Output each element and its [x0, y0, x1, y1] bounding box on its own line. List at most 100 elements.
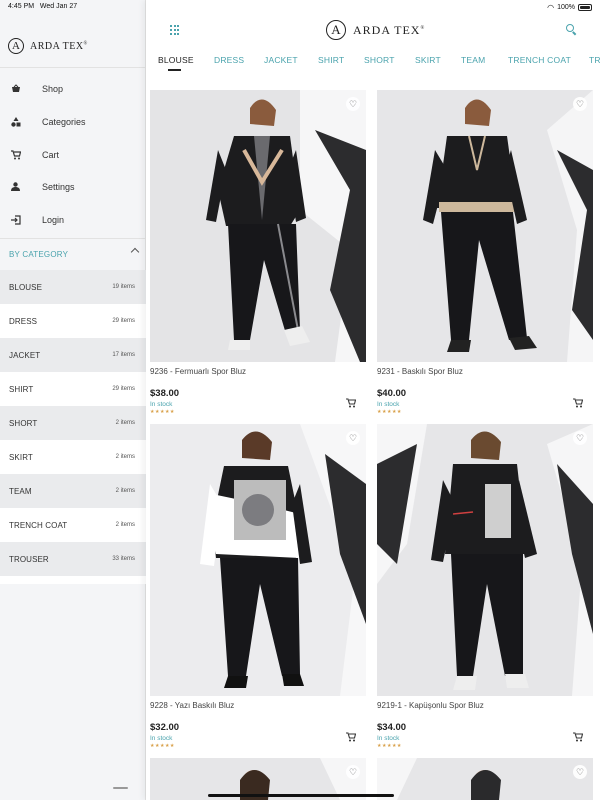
sidebar-item-shop[interactable]: Shop	[0, 72, 146, 105]
tab-blouse[interactable]: BLOUSE	[158, 55, 194, 65]
registered-mark: ®	[420, 25, 426, 31]
category-name: SHORT	[9, 418, 38, 428]
status-bar: 4:45 PM Wed Jan 27 ◠ 100%	[0, 0, 600, 14]
stock-status: In stock	[377, 735, 400, 742]
product-image[interactable]: ♡	[377, 758, 593, 800]
logo-text: ARDA TEX	[353, 22, 421, 37]
tab-dress[interactable]: DRESS	[214, 55, 244, 65]
category-header-label: BY CATEGORY	[9, 249, 69, 259]
category-item-skirt[interactable]: SKIRT 2 items	[0, 440, 146, 474]
category-name: TRENCH COAT	[9, 520, 68, 530]
tab-trench-coat[interactable]: TRENCH COAT	[508, 55, 571, 65]
rating-stars: ★★★★★	[377, 743, 402, 749]
sidebar-logo[interactable]: A ARDA TEX®	[8, 38, 88, 54]
category-item-blouse[interactable]: BLOUSE 19 items	[0, 270, 146, 304]
category-name: DRESS	[9, 316, 38, 326]
tab-skirt[interactable]: SKIRT	[415, 55, 441, 65]
add-to-cart-icon[interactable]	[346, 732, 357, 742]
tab-team[interactable]: TEAM	[461, 55, 485, 65]
sidebar-item-login[interactable]: Login	[0, 203, 146, 236]
divider	[0, 238, 146, 239]
rating-stars: ★★★★★	[150, 743, 175, 749]
category-name: TROUSER	[9, 554, 49, 564]
category-count: 2 items	[115, 522, 135, 528]
stock-status: In stock	[150, 735, 173, 742]
tab-short[interactable]: SHORT	[364, 55, 395, 65]
status-date: Wed Jan 27	[39, 3, 78, 10]
sidebar-item-cart[interactable]: Cart	[0, 138, 146, 171]
product-name: 9219-1 - Kapüşonlu Spor Bluz	[377, 701, 484, 710]
header-logo[interactable]: A ARDA TEX®	[326, 20, 425, 40]
heart-icon[interactable]: ♡	[346, 431, 360, 445]
battery-percent: 100%	[557, 4, 575, 11]
heart-icon[interactable]: ♡	[346, 765, 360, 779]
product-card[interactable]: ♡	[377, 758, 593, 800]
basket-icon	[10, 83, 21, 94]
product-image[interactable]: ♡	[377, 90, 593, 362]
divider	[0, 67, 146, 68]
stock-status: In stock	[377, 401, 400, 408]
category-item-dress[interactable]: DRESS 29 items	[0, 304, 146, 338]
product-info: 9236 - Fermuarlı Spor Bluz $38.00 In sto…	[150, 362, 366, 422]
category-section-header[interactable]: BY CATEGORY	[0, 240, 146, 268]
tab-trouser[interactable]: TR	[589, 55, 600, 65]
main-content: A ARDA TEX® BLOUSE DRESS JACKET SHIRT SH…	[146, 0, 600, 800]
product-name: 9231 - Baskılı Spor Bluz	[377, 367, 463, 376]
tab-shirt[interactable]: SHIRT	[318, 55, 344, 65]
category-tabs: BLOUSE DRESS JACKET SHIRT SHORT SKIRT TE…	[146, 48, 600, 76]
category-name: JACKET	[9, 350, 41, 360]
product-price: $38.00	[150, 388, 180, 399]
category-item-trouser[interactable]: TROUSER 33 items	[0, 542, 146, 576]
category-count: 17 items	[112, 352, 135, 358]
product-price: $34.00	[377, 722, 407, 733]
divider	[0, 576, 146, 584]
heart-icon[interactable]: ♡	[573, 765, 587, 779]
heart-icon[interactable]: ♡	[573, 431, 587, 445]
heart-icon[interactable]: ♡	[573, 97, 587, 111]
chevron-up-icon	[130, 247, 140, 257]
sidebar-item-label: Login	[42, 214, 65, 225]
search-icon[interactable]	[566, 24, 577, 36]
login-icon	[10, 214, 21, 225]
category-item-team[interactable]: TEAM 2 items	[0, 474, 146, 508]
registered-mark: ®	[83, 41, 88, 47]
category-name: TEAM	[9, 486, 32, 496]
grid-view-icon[interactable]	[170, 25, 180, 35]
product-image[interactable]: ♡	[150, 424, 366, 696]
category-count: 2 items	[115, 454, 135, 460]
category-item-jacket[interactable]: JACKET 17 items	[0, 338, 146, 372]
home-indicator[interactable]	[208, 794, 394, 797]
product-price: $32.00	[150, 722, 180, 733]
category-item-trench-coat[interactable]: TRENCH COAT 2 items	[0, 508, 146, 542]
sidebar: A ARDA TEX® Shop Categories Cart Setting…	[0, 0, 146, 800]
add-to-cart-icon[interactable]	[346, 398, 357, 408]
sidebar-item-settings[interactable]: Settings	[0, 170, 146, 203]
rating-stars: ★★★★★	[377, 409, 402, 415]
product-info: 9228 - Yazı Baskılı Bluz $32.00 In stock…	[150, 696, 366, 756]
product-image[interactable]: ♡	[377, 424, 593, 696]
product-name: 9228 - Yazı Baskılı Bluz	[150, 701, 235, 710]
logo-mark: A	[326, 20, 346, 40]
add-to-cart-icon[interactable]	[573, 732, 584, 742]
category-name: SHIRT	[9, 384, 34, 394]
sidebar-item-label: Settings	[42, 181, 75, 192]
heart-icon[interactable]: ♡	[346, 97, 360, 111]
sidebar-item-categories[interactable]: Categories	[0, 105, 146, 138]
sidebar-item-label: Cart	[42, 149, 60, 160]
tab-jacket[interactable]: JACKET	[264, 55, 298, 65]
add-to-cart-icon[interactable]	[573, 398, 584, 408]
category-count: 29 items	[112, 386, 135, 392]
wifi-icon: ◠	[547, 3, 555, 12]
sidebar-item-label: Categories	[42, 116, 86, 127]
product-image[interactable]: ♡	[150, 90, 366, 362]
category-name: SKIRT	[9, 452, 33, 462]
product-price: $40.00	[377, 388, 407, 399]
scroll-indicator	[113, 787, 128, 789]
product-info: 9231 - Baskılı Spor Bluz $40.00 In stock…	[377, 362, 593, 422]
category-item-short[interactable]: SHORT 2 items	[0, 406, 146, 440]
shapes-icon	[10, 116, 21, 127]
cart-icon	[10, 149, 21, 160]
category-count: 19 items	[112, 284, 135, 290]
category-name: BLOUSE	[9, 282, 43, 292]
category-item-shirt[interactable]: SHIRT 29 items	[0, 372, 146, 406]
